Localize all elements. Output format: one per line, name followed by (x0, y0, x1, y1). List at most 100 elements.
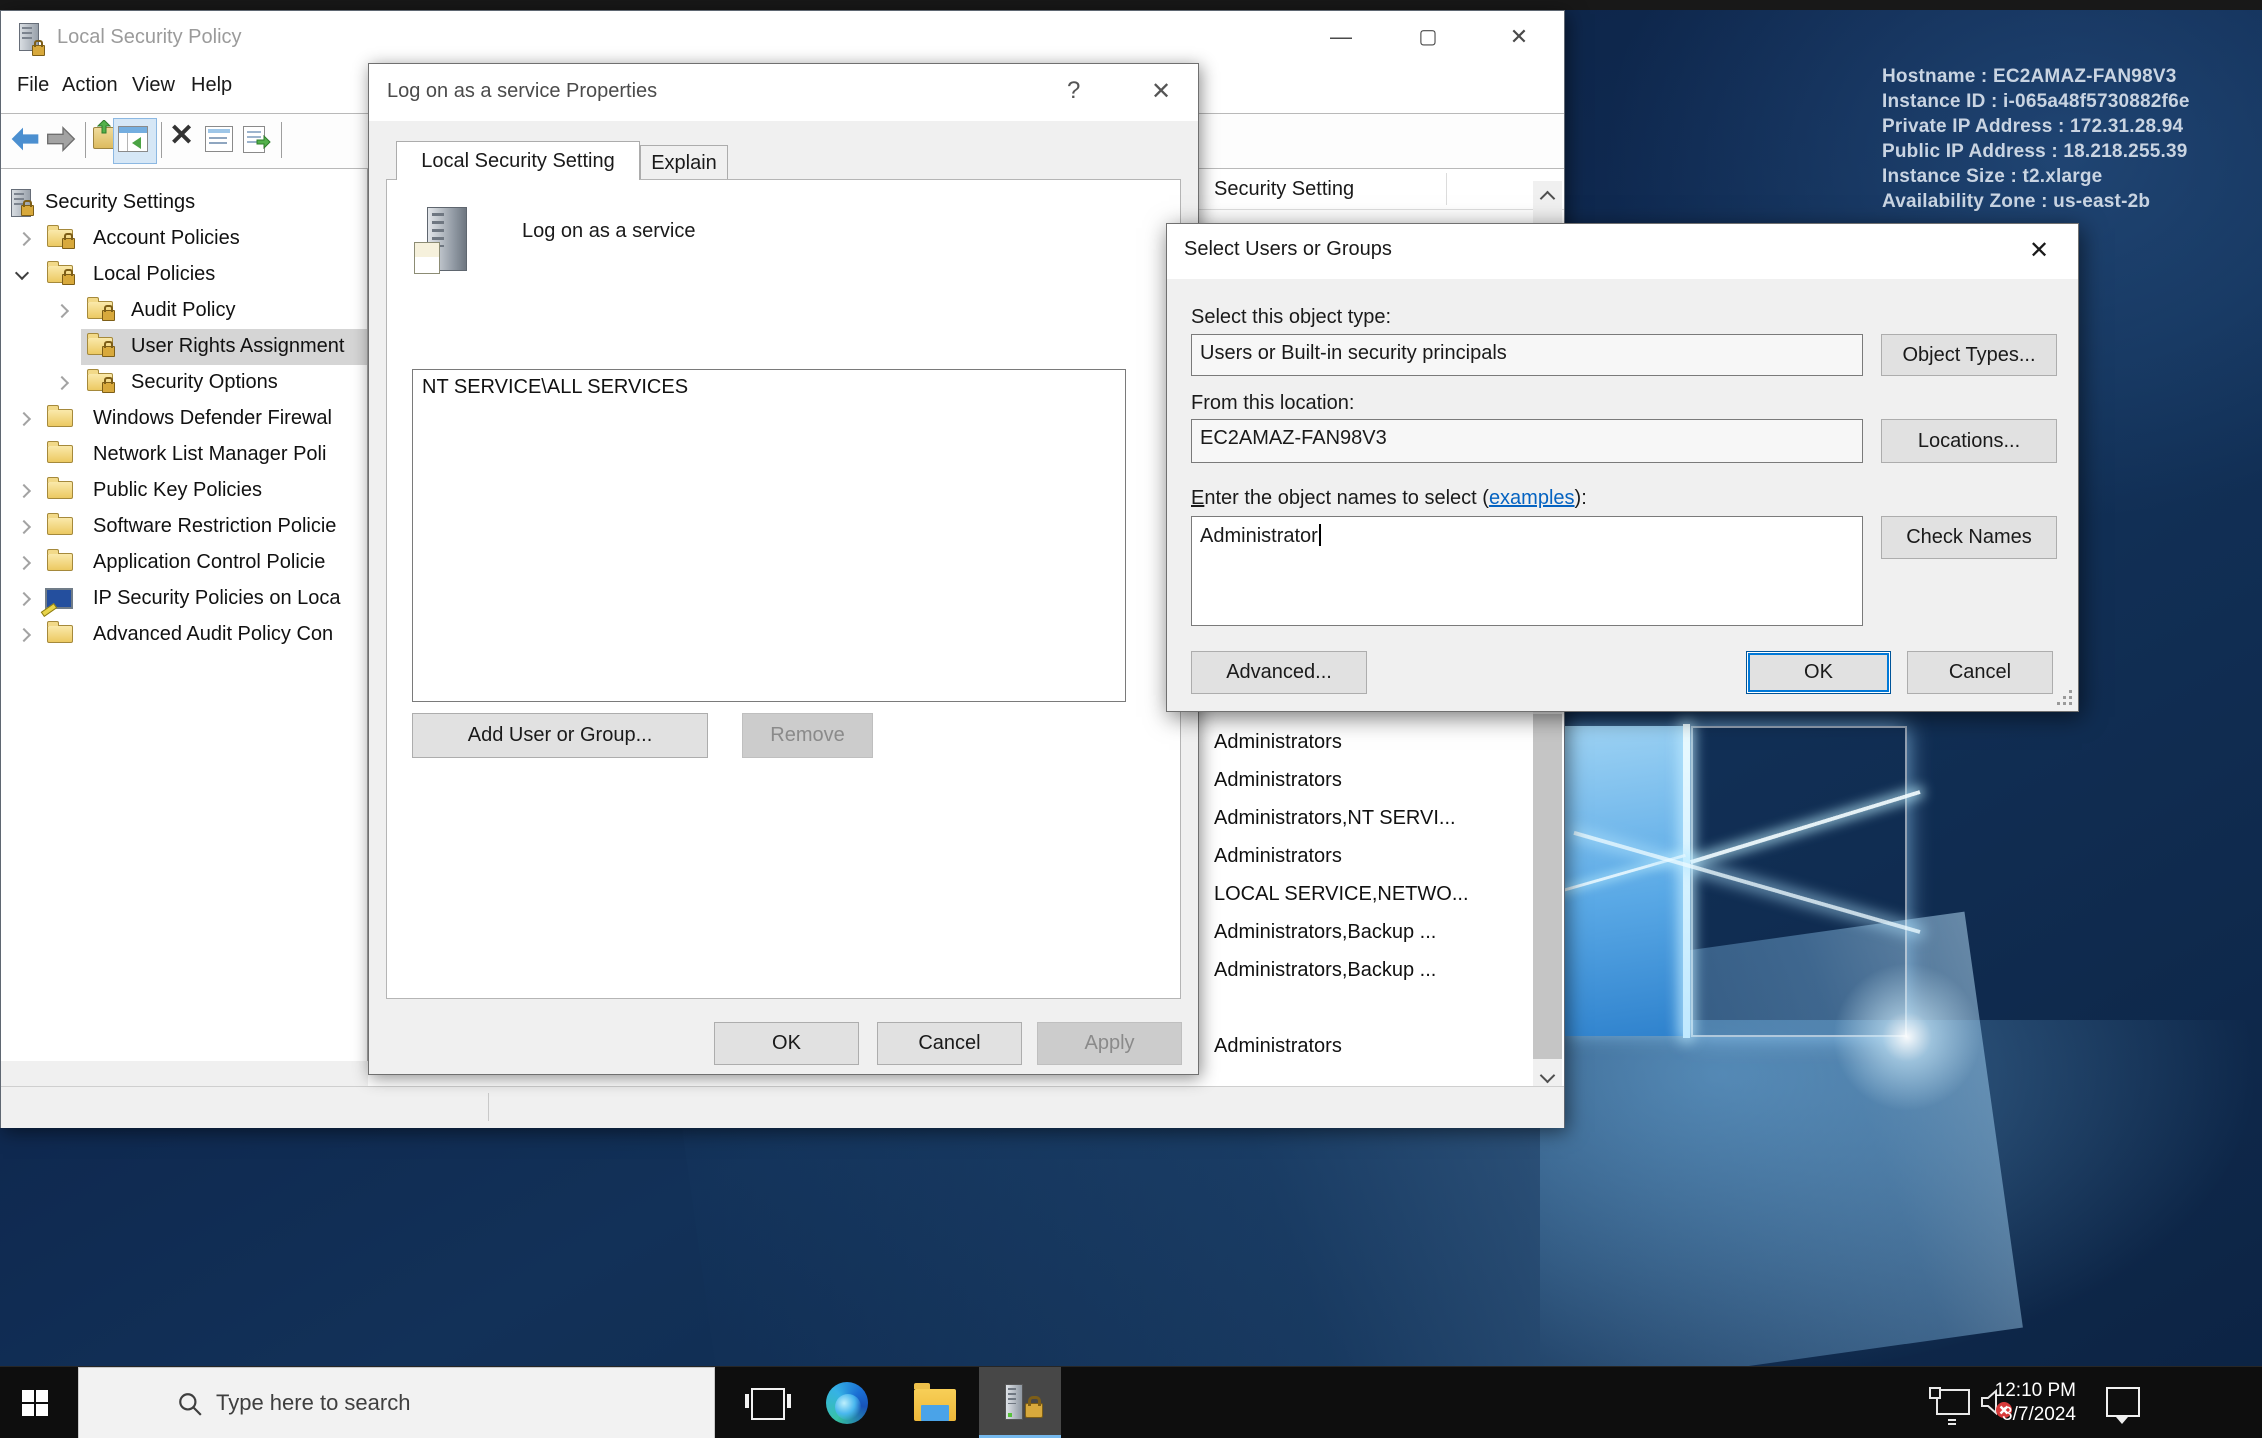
close-icon[interactable]: ✕ (1151, 77, 1171, 106)
start-button[interactable] (0, 1367, 70, 1438)
list-row[interactable]: Administrators (1214, 769, 1342, 792)
taskbar-clock[interactable]: 12:10 PM 3/7/2024 (1995, 1379, 2076, 1427)
chevron-right-icon[interactable] (17, 232, 31, 246)
tree-item-application-control[interactable]: Application Control Policie (1, 545, 367, 581)
tree-item-audit-policy[interactable]: Audit Policy (1, 293, 367, 329)
tree-item-label: Software Restriction Policie (93, 515, 336, 538)
clock-date: 3/7/2024 (1995, 1403, 2076, 1427)
examples-link[interactable]: examples (1489, 487, 1575, 509)
tree-item-network-list-manager[interactable]: Network List Manager Poli (1, 437, 367, 473)
list-row[interactable]: LOCAL SERVICE,NETWO... (1214, 883, 1469, 906)
list-row[interactable]: Administrators,NT SERVI... (1214, 807, 1456, 830)
tree-item-security-options[interactable]: Security Options (1, 365, 367, 401)
tree-item-public-key-policies[interactable]: Public Key Policies (1, 473, 367, 509)
add-user-or-group-button[interactable]: Add User or Group... (412, 713, 708, 758)
window-title: Local Security Policy (57, 26, 242, 49)
menu-view[interactable]: View (132, 74, 175, 97)
folder-icon (47, 625, 73, 643)
tree-item-account-policies[interactable]: Account Policies (1, 221, 367, 257)
locations-button[interactable]: Locations... (1881, 419, 2057, 463)
maximize-button[interactable]: ▢ (1395, 11, 1461, 63)
ec2-instance-info: Hostname : EC2AMAZ-FAN98V3 Instance ID :… (1882, 64, 2190, 214)
taskbar-search[interactable]: Type here to search (78, 1367, 715, 1438)
log-on-as-service-properties-dialog: Log on as a service Properties ? ✕ Local… (368, 63, 1199, 1075)
menu-help[interactable]: Help (191, 74, 232, 97)
action-center-button[interactable] (2098, 1367, 2150, 1438)
tree-item-security-settings[interactable]: Security Settings (1, 185, 367, 221)
chevron-right-icon[interactable] (17, 592, 31, 606)
dialog-title-bar[interactable]: Log on as a service Properties ? ✕ (369, 64, 1198, 121)
chevron-down-icon[interactable] (15, 266, 29, 280)
remove-button: Remove (742, 713, 873, 758)
chevron-right-icon[interactable] (17, 412, 31, 426)
resize-grip[interactable] (2058, 691, 2072, 705)
policy-members-listbox[interactable]: NT SERVICE\ALL SERVICES (412, 369, 1126, 702)
folder-lock-icon (47, 229, 73, 247)
menu-action[interactable]: Action (62, 74, 118, 97)
object-names-input[interactable]: Administrator (1191, 516, 1863, 626)
list-row[interactable]: Administrators (1214, 1035, 1342, 1058)
scrollbar-thumb[interactable] (1533, 714, 1562, 1059)
export-list-icon[interactable] (243, 126, 265, 158)
tree-item-software-restriction[interactable]: Software Restriction Policie (1, 509, 367, 545)
tab-local-security-setting[interactable]: Local Security Setting (396, 141, 640, 180)
list-row[interactable]: Administrators,Backup ... (1214, 959, 1436, 982)
help-icon[interactable]: ? (1067, 77, 1080, 105)
folder-icon (47, 445, 73, 463)
close-icon[interactable]: ✕ (2029, 236, 2049, 265)
location-field[interactable]: EC2AMAZ-FAN98V3 (1191, 419, 1863, 463)
scroll-up-arrow[interactable] (1533, 181, 1562, 210)
tree-item-label: Local Policies (93, 263, 215, 286)
edge-browser-button[interactable] (820, 1367, 876, 1438)
close-button[interactable]: ✕ (1486, 11, 1552, 63)
tree-item-ip-security-policies[interactable]: IP Security Policies on Loca (1, 581, 367, 617)
cancel-button[interactable]: Cancel (877, 1022, 1022, 1065)
column-header-security-setting[interactable]: Security Setting (1214, 178, 1354, 201)
tree-item-label: Network List Manager Poli (93, 443, 326, 466)
ok-button[interactable]: OK (714, 1022, 859, 1065)
member-entry[interactable]: NT SERVICE\ALL SERVICES (422, 376, 688, 398)
network-tray-icon[interactable] (1928, 1367, 1972, 1438)
tab-explain[interactable]: Explain (640, 145, 728, 180)
ok-button[interactable]: OK (1746, 651, 1891, 694)
back-button[interactable] (9, 123, 41, 160)
info-hostname: Hostname : EC2AMAZ-FAN98V3 (1882, 64, 2190, 89)
file-explorer-button[interactable] (908, 1367, 964, 1438)
tree-item-label: Application Control Policie (93, 551, 325, 574)
list-row[interactable]: Administrators (1214, 731, 1342, 754)
tree-item-user-rights-assignment[interactable]: User Rights Assignment (1, 329, 367, 365)
cancel-button[interactable]: Cancel (1907, 651, 2053, 694)
console-tree-toggle-button[interactable] (118, 126, 148, 157)
tree-item-label: Security Settings (45, 191, 195, 214)
forward-button[interactable] (45, 123, 77, 160)
list-row[interactable]: Administrators,Backup ... (1214, 921, 1436, 944)
chevron-right-icon[interactable] (55, 376, 69, 390)
dialog-title: Select Users or Groups (1184, 238, 1392, 261)
list-row[interactable]: Administrators (1214, 845, 1342, 868)
chevron-right-icon[interactable] (17, 556, 31, 570)
local-security-policy-taskbar-button[interactable] (979, 1367, 1061, 1438)
chevron-right-icon[interactable] (17, 520, 31, 534)
tree-item-label: Security Options (131, 371, 278, 394)
chevron-right-icon[interactable] (17, 484, 31, 498)
menu-file[interactable]: File (17, 74, 49, 97)
chevron-right-icon[interactable] (17, 628, 31, 642)
check-names-button[interactable]: Check Names (1881, 516, 2057, 559)
tree-item-advanced-audit-policy[interactable]: Advanced Audit Policy Con (1, 617, 367, 653)
object-type-field[interactable]: Users or Built-in security principals (1191, 334, 1863, 376)
task-view-button[interactable] (736, 1367, 796, 1438)
object-types-button[interactable]: Object Types... (1881, 334, 2057, 376)
properties-icon[interactable] (205, 126, 233, 157)
folder-lock-icon (47, 265, 73, 283)
advanced-button[interactable]: Advanced... (1191, 651, 1367, 694)
tree-item-windows-defender-firewall[interactable]: Windows Defender Firewal (1, 401, 367, 437)
delete-icon[interactable]: ✕ (169, 118, 194, 153)
screen-top-strip (0, 0, 2262, 10)
chevron-right-icon[interactable] (55, 304, 69, 318)
title-bar[interactable]: Local Security Policy — ▢ ✕ (1, 11, 1564, 63)
tree-item-local-policies[interactable]: Local Policies (1, 257, 367, 293)
dialog-title-bar[interactable]: Select Users or Groups ✕ (1167, 224, 2078, 279)
column-divider[interactable] (1446, 173, 1447, 205)
object-type-value: Users or Built-in security principals (1200, 342, 1507, 364)
minimize-button[interactable]: — (1308, 11, 1374, 63)
